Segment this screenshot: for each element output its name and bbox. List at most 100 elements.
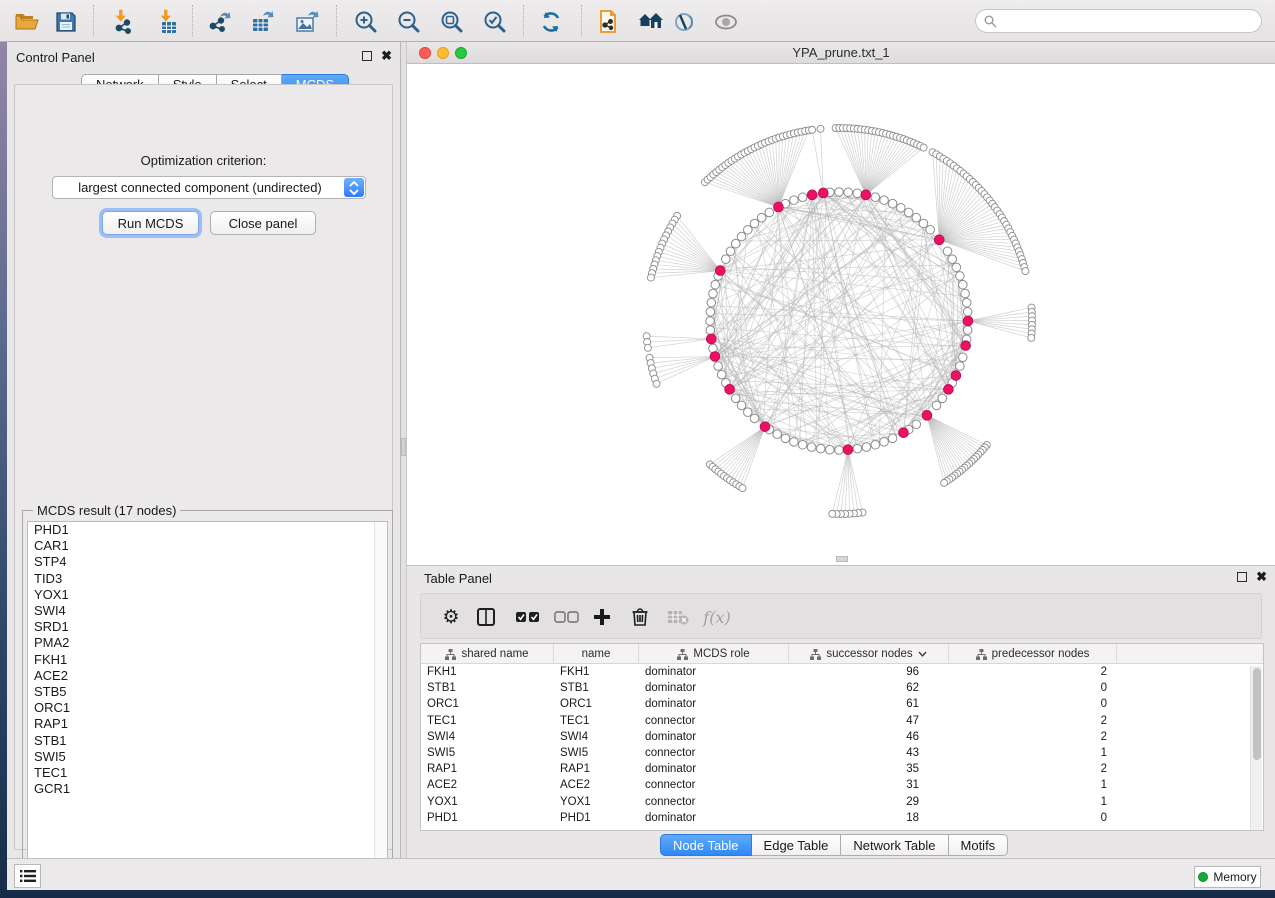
table-cell: PHD1 — [554, 812, 639, 824]
function-builder-icon[interactable]: f(x) — [702, 604, 732, 630]
network-document-icon[interactable] — [593, 8, 621, 36]
column-type-icon — [445, 649, 456, 660]
table-row[interactable]: TEC1TEC1connector472 — [421, 713, 1263, 729]
add-column-icon[interactable] — [591, 604, 613, 630]
float-window-icon[interactable] — [362, 51, 372, 61]
column-label: MCDS role — [693, 648, 749, 660]
table-row[interactable]: STB1STB1dominator620 — [421, 680, 1263, 696]
columns-icon[interactable] — [475, 604, 497, 630]
mcds-result-item[interactable]: SRD1 — [28, 619, 387, 635]
graphics-details-icon[interactable] — [671, 8, 699, 36]
mcds-result-item[interactable]: ORC1 — [28, 700, 387, 716]
table-scrollbar[interactable] — [1250, 666, 1262, 830]
gear-icon[interactable]: ⚙ — [440, 604, 462, 630]
mcds-panel: Optimization criterion: largest connecte… — [14, 84, 393, 850]
table-row[interactable]: ACE2ACE2connector311 — [421, 777, 1263, 793]
table-row[interactable]: YOX1YOX1connector291 — [421, 794, 1263, 810]
network-canvas[interactable] — [407, 64, 1275, 565]
column-header[interactable]: successor nodes — [789, 644, 949, 664]
table-cell: RAP1 — [554, 763, 639, 775]
table-cell: ORC1 — [421, 698, 554, 710]
trash-icon[interactable] — [629, 604, 651, 630]
table-row[interactable]: ORC1ORC1dominator610 — [421, 696, 1263, 712]
node-table: shared name name MCDS role successor nodesp… — [420, 643, 1264, 831]
search-input[interactable] — [997, 14, 1261, 28]
export-image-icon[interactable] — [293, 8, 321, 36]
mcds-list-scrollbar[interactable] — [374, 522, 387, 876]
close-panel-icon[interactable]: ✖ — [381, 51, 392, 61]
memory-button[interactable]: Memory — [1194, 866, 1261, 888]
eye-icon[interactable] — [712, 8, 740, 36]
table-row[interactable]: PHD1PHD1dominator180 — [421, 810, 1263, 826]
table-cell: dominator — [639, 682, 789, 694]
table-row[interactable]: RAP1RAP1dominator352 — [421, 761, 1263, 777]
column-header[interactable]: name — [554, 644, 639, 664]
canvas-splitter-grip[interactable] — [836, 556, 848, 562]
table-cell: PHD1 — [421, 812, 554, 824]
table-cell: 0 — [949, 682, 1117, 694]
mcds-result-item[interactable]: YOX1 — [28, 587, 387, 603]
zoom-selected-icon[interactable] — [481, 8, 509, 36]
zoom-in-icon[interactable] — [352, 8, 380, 36]
criterion-select[interactable]: largest connected component (undirected) — [52, 176, 366, 199]
tab-motifs[interactable]: Motifs — [949, 834, 1009, 856]
splitter-grip[interactable] — [401, 438, 406, 456]
zoom-out-icon[interactable] — [395, 8, 423, 36]
deselect-all-checkbox-icon[interactable] — [554, 604, 580, 630]
column-header[interactable]: MCDS role — [639, 644, 789, 664]
mcds-result-item[interactable]: SWI4 — [28, 603, 387, 619]
export-table-icon[interactable] — [249, 8, 277, 36]
table-cell: ORC1 — [554, 698, 639, 710]
task-history-button[interactable] — [14, 864, 41, 888]
float-table-panel-icon[interactable] — [1237, 572, 1247, 582]
export-network-icon[interactable] — [205, 8, 233, 36]
table-cell: RAP1 — [421, 763, 554, 775]
column-label: shared name — [461, 648, 528, 660]
toolbar-separator — [93, 5, 94, 37]
mcds-result-item[interactable]: TEC1 — [28, 765, 387, 781]
mcds-result-item[interactable]: TID3 — [28, 571, 387, 587]
mcds-result-item[interactable]: PMA2 — [28, 635, 387, 651]
zoom-fit-icon[interactable] — [438, 8, 466, 36]
table-scrollbar-thumb[interactable] — [1253, 668, 1261, 760]
table-row[interactable]: SWI4SWI4dominator462 — [421, 729, 1263, 745]
close-table-panel-icon[interactable]: ✖ — [1256, 572, 1267, 582]
table-cell: FKH1 — [421, 666, 554, 678]
column-type-icon — [976, 649, 987, 660]
mcds-result-item[interactable]: FKH1 — [28, 652, 387, 668]
tab-edge-table[interactable]: Edge Table — [752, 834, 842, 856]
table-cell: 43 — [789, 747, 949, 759]
list-icon — [20, 869, 36, 883]
tab-network-table[interactable]: Network Table — [841, 834, 948, 856]
mcds-result-item[interactable]: PHD1 — [28, 522, 387, 538]
table-panel: Table Panel ✖ ⚙ — [407, 565, 1275, 858]
table-cell: TEC1 — [421, 715, 554, 727]
delete-table-icon[interactable] — [666, 604, 690, 630]
mcds-result-item[interactable]: GCR1 — [28, 781, 387, 797]
mcds-result-item[interactable]: ACE2 — [28, 668, 387, 684]
panel-splitter[interactable] — [400, 42, 407, 858]
import-table-icon[interactable] — [153, 8, 181, 36]
mcds-result-item[interactable]: SWI5 — [28, 749, 387, 765]
mcds-result-item[interactable]: STB1 — [28, 733, 387, 749]
column-header[interactable]: predecessor nodes — [949, 644, 1117, 664]
folder-open-icon[interactable] — [13, 8, 41, 36]
mcds-result-item[interactable]: CAR1 — [28, 538, 387, 554]
mcds-result-item[interactable]: STP4 — [28, 554, 387, 570]
close-panel-button[interactable]: Close panel — [210, 211, 316, 235]
home-icon[interactable] — [637, 8, 665, 36]
table-row[interactable]: SWI5SWI5connector431 — [421, 745, 1263, 761]
table-row[interactable]: FKH1FKH1dominator962 — [421, 664, 1263, 680]
select-all-checkbox-icon[interactable] — [515, 604, 541, 630]
mcds-result-item[interactable]: STB5 — [28, 684, 387, 700]
desktop: Control Panel ✖ Network Style Select MCD… — [0, 0, 1275, 898]
save-icon[interactable] — [52, 8, 80, 36]
import-network-icon[interactable] — [110, 8, 138, 36]
memory-label: Memory — [1213, 870, 1256, 884]
column-header[interactable]: shared name — [421, 644, 554, 664]
tab-node-table[interactable]: Node Table — [660, 834, 752, 856]
search-field[interactable] — [975, 9, 1262, 33]
mcds-result-item[interactable]: RAP1 — [28, 716, 387, 732]
run-mcds-button[interactable]: Run MCDS — [102, 211, 199, 235]
refresh-layout-icon[interactable] — [537, 8, 565, 36]
